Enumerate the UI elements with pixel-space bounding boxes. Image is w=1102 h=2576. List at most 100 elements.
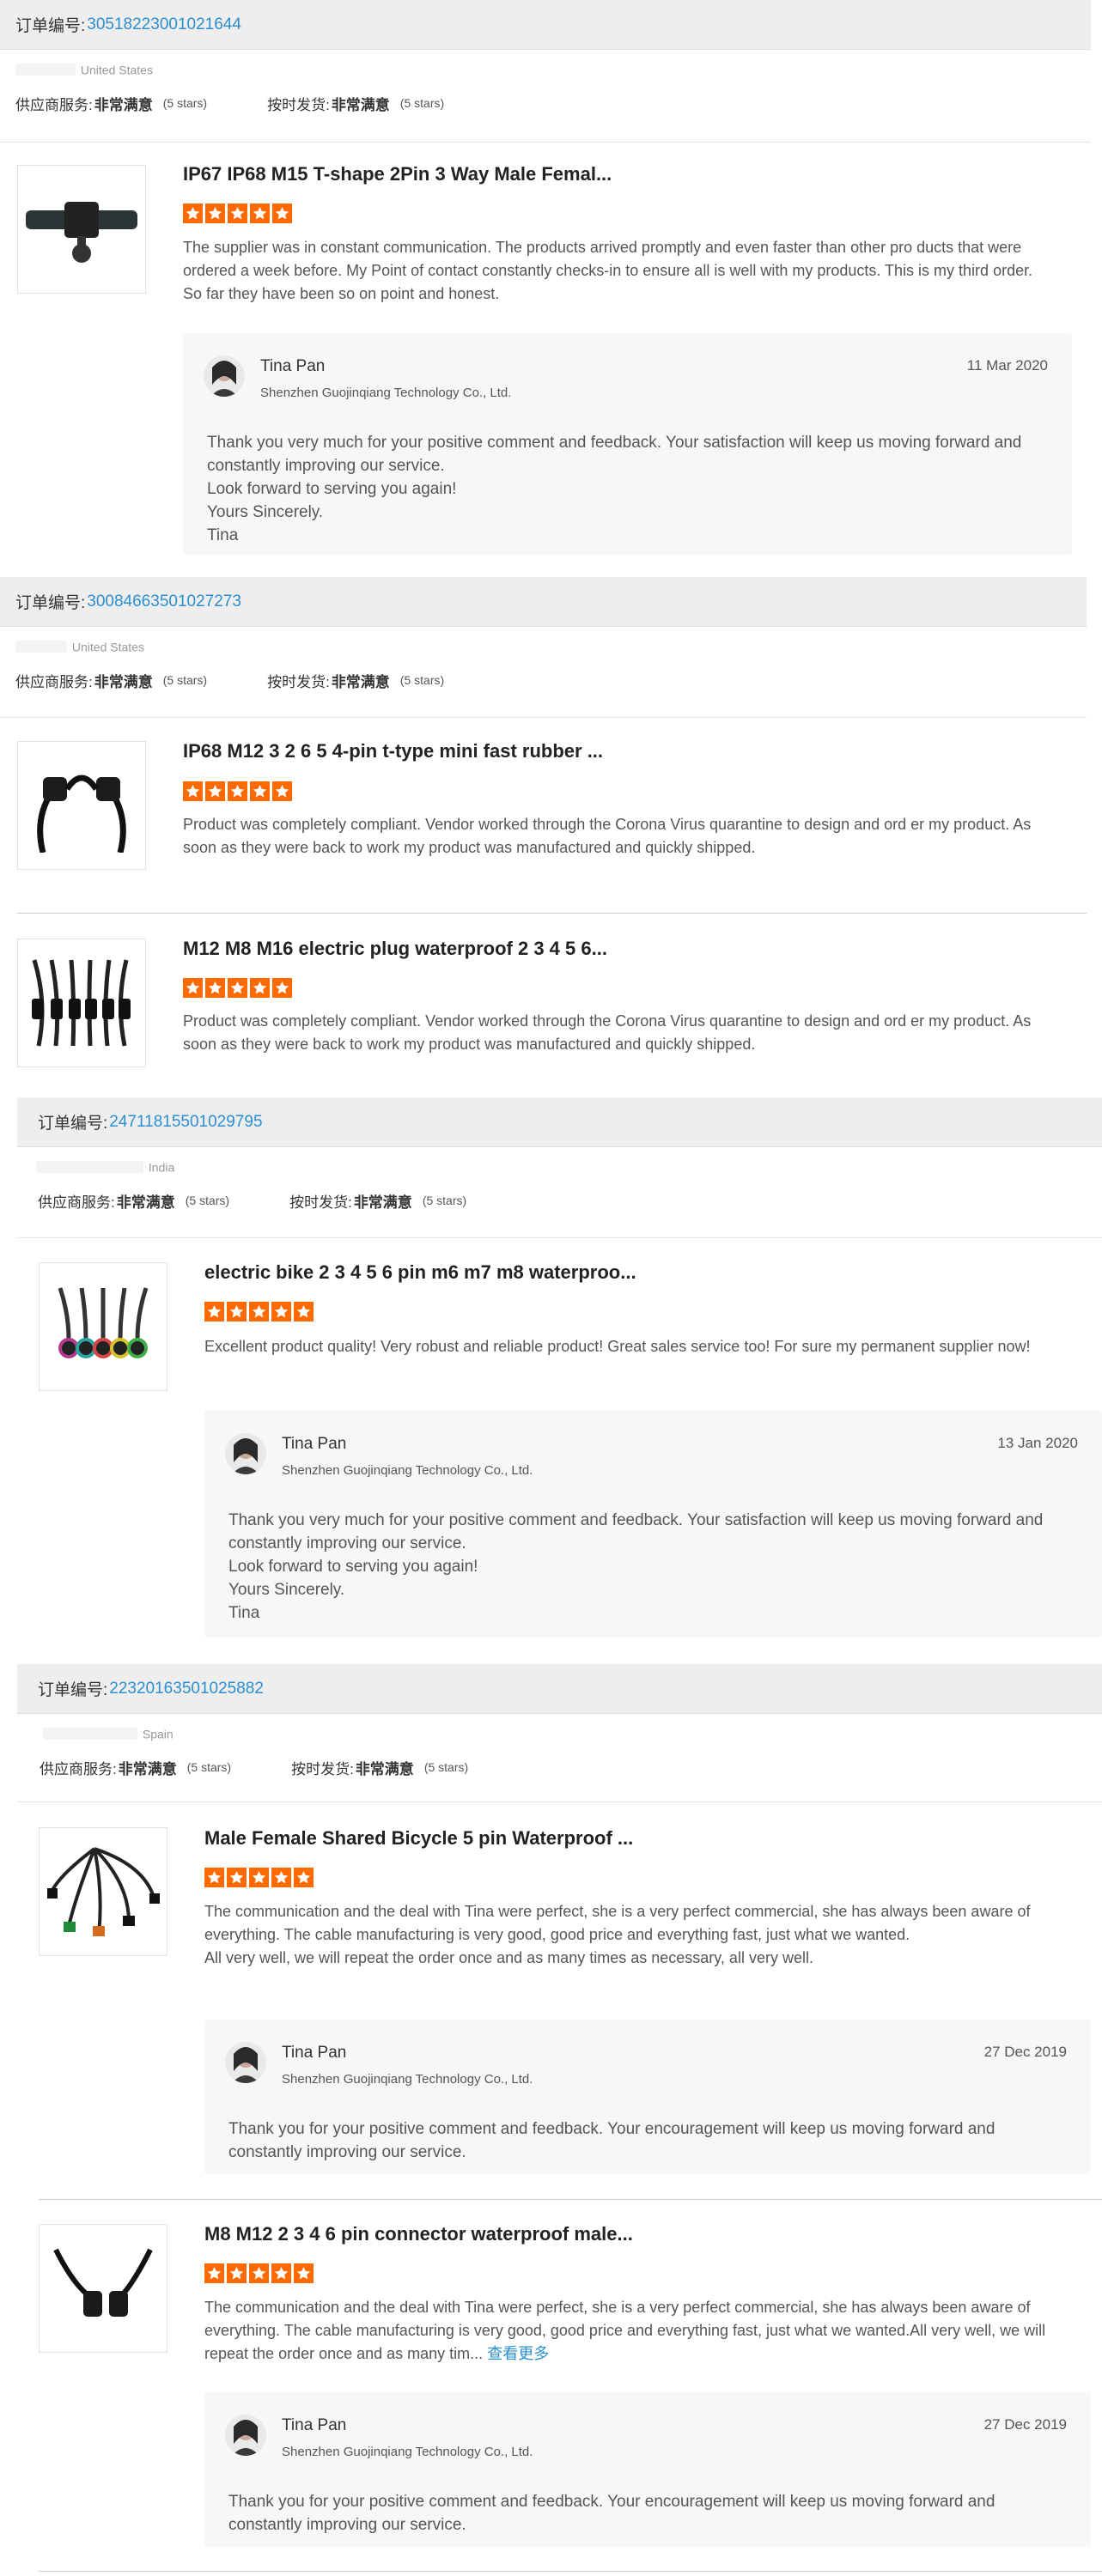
buyer-name-redacted [43, 1728, 137, 1741]
reply-author: Tina Pan [282, 1435, 347, 1453]
review-text: Excellent product quality! Very robust a… [204, 1338, 1031, 1355]
star-icon [228, 204, 247, 223]
star-icon [204, 1302, 224, 1321]
buyer-name-redacted [15, 64, 76, 76]
buyer-info: Spain [17, 1726, 1102, 1752]
buyer-country: United States [71, 640, 144, 654]
bicycle-cable-icon[interactable] [39, 1827, 167, 1956]
pin-connector-icon[interactable] [39, 2224, 167, 2353]
star-icon [271, 1302, 291, 1321]
ratings-row: 供应商服务: 非常满意 (5 stars) 按时发货: 非常满意 (5 star… [17, 1752, 1102, 1783]
reply-body: Thank you very much for your positive co… [207, 434, 1022, 544]
reply-author: Tina Pan [282, 2416, 347, 2434]
buyer-country: United States [80, 63, 153, 77]
order-header: 订单编号: 3051822300102164​4 [0, 0, 1091, 50]
avatar [225, 2042, 266, 2083]
star-icon [249, 1868, 269, 1887]
see-more-link[interactable]: 查看更多 [487, 2345, 549, 2362]
star-icon [249, 2263, 269, 2283]
supplier-service-rating: 供应商服务: 非常满意 (5 stars) [38, 1194, 230, 1211]
star-icon [271, 2263, 291, 2283]
reply-date: 11 Mar 2020 [966, 357, 1048, 374]
supplier-reply: Tina Pan Shenzhen Guojinqiang Technology… [204, 2392, 1091, 2547]
product-title[interactable]: M12 M8 M16 electric plug waterproof 2 3 … [183, 938, 607, 960]
ratings-row: 供应商服务: 非常满意 (5 stars) 按时发货: 非常满意 (5 star… [0, 665, 1087, 696]
star-icon [204, 2263, 224, 2283]
product-title[interactable]: electric bike 2 3 4 5 6 pin m6 m7 m8 wat… [204, 1261, 636, 1284]
star-icon [204, 1868, 224, 1887]
product-title[interactable]: IP67 IP68 M15 T-shape 2Pin 3 Way Male Fe… [183, 163, 612, 185]
divider [0, 142, 1091, 143]
supplier-service-rating: 供应商服务: 非常满意 (5 stars) [15, 96, 208, 113]
star-icon [250, 204, 270, 223]
reply-author: Tina Pan [260, 357, 326, 375]
divider [17, 913, 1087, 914]
review-text: The communication and the deal with Tina… [204, 1903, 1031, 1966]
supplier-service-rating: 供应商服务: 非常满意 (5 stars) [40, 1760, 232, 1777]
reply-date: 27 Dec 2019 [983, 2416, 1067, 2433]
on-time-delivery-rating: 按时发货: 非常满意 (5 stars) [267, 96, 445, 113]
reply-company: Shenzhen Guojinqiang Technology Co., Ltd… [282, 2445, 533, 2459]
star-rating [183, 781, 292, 801]
order-header: 订单编号: 30084663501027273 [0, 577, 1087, 627]
star-icon [294, 1302, 314, 1321]
star-icon [272, 204, 292, 223]
star-rating [183, 204, 292, 223]
star-icon [183, 978, 203, 998]
buyer-name-redacted [15, 641, 67, 653]
on-time-delivery-rating: 按时发货: 非常满意 (5 stars) [291, 1760, 469, 1777]
reply-company: Shenzhen Guojinqiang Technology Co., Ltd… [260, 386, 512, 400]
supplier-reply: Tina Pan Shenzhen Guojinqiang Technology… [204, 1411, 1102, 1637]
order-id-link[interactable]: 22320163501025882 [109, 1680, 264, 1698]
reply-date: 27 Dec 2019 [983, 2044, 1067, 2060]
order-id-link[interactable]: 24711815501029795 [109, 1113, 262, 1132]
supplier-reply: Tina Pan Shenzhen Guojinqiang Technology… [183, 333, 1072, 555]
star-rating [183, 978, 292, 998]
star-icon [271, 1868, 291, 1887]
star-icon [228, 781, 247, 801]
reply-body: Thank you for your positive comment and … [228, 2120, 995, 2161]
buyer-country: Spain [142, 1727, 174, 1741]
product-title[interactable]: M8 M12 2 3 4 6 pin connector waterproof … [204, 2223, 633, 2245]
reply-date: 13 Jan 2020 [997, 1435, 1078, 1451]
reply-company: Shenzhen Guojinqiang Technology Co., Ltd… [282, 2072, 533, 2087]
review-text: Product was completely compliant. Vendor… [183, 1012, 1032, 1053]
cable-connector-icon[interactable] [17, 741, 146, 870]
product-title[interactable]: IP68 M12 3 2 6 5 4-pin t-type mini fast … [183, 740, 603, 762]
reply-company: Shenzhen Guojinqiang Technology Co., Ltd… [282, 1463, 533, 1478]
star-icon [227, 1868, 247, 1887]
star-icon [272, 978, 292, 998]
divider [39, 2199, 1102, 2200]
reply-body: Thank you for your positive comment and … [228, 2493, 995, 2534]
ratings-row: 供应商服务: 非常满意 (5 stars) 按时发货: 非常满意 (5 star… [17, 1185, 1102, 1216]
buyer-info: United States [0, 639, 1087, 665]
star-icon [250, 781, 270, 801]
avatar [225, 1433, 266, 1474]
product-title[interactable]: Male Female Shared Bicycle 5 pin Waterpr… [204, 1827, 633, 1850]
star-icon [294, 1868, 314, 1887]
order-card: 订单编号: 3051822300102164​4 United States 供… [0, 0, 1091, 118]
star-icon [227, 1302, 247, 1321]
multi-plug-icon[interactable] [17, 939, 146, 1067]
order-id-link[interactable]: 3051822300102164​4 [87, 15, 241, 34]
star-icon [272, 781, 292, 801]
star-icon [227, 2263, 247, 2283]
buyer-name-redacted [36, 1161, 143, 1174]
order-header: 订单编号: 22320163501025882 [17, 1664, 1102, 1714]
star-icon [205, 978, 225, 998]
colored-connectors-icon[interactable] [39, 1262, 167, 1391]
buyer-info: United States [0, 62, 1091, 88]
divider [39, 2571, 1102, 2572]
t-connector-icon[interactable] [17, 165, 146, 294]
star-icon [183, 204, 203, 223]
divider [17, 1237, 1102, 1238]
supplier-service-rating: 供应商服务: 非常满意 (5 stars) [15, 673, 208, 690]
divider [0, 717, 1087, 718]
on-time-delivery-rating: 按时发货: 非常满意 (5 stars) [267, 673, 445, 690]
reply-body: Thank you very much for your positive co… [228, 1511, 1044, 1622]
order-id-link[interactable]: 30084663501027273 [87, 592, 241, 611]
star-icon [249, 1302, 269, 1321]
star-icon [205, 204, 225, 223]
review-text: Product was completely compliant. Vendor… [183, 816, 1032, 856]
order-card: 订单编号: 22320163501025882 Spain 供应商服务: 非常满… [17, 1664, 1102, 1783]
